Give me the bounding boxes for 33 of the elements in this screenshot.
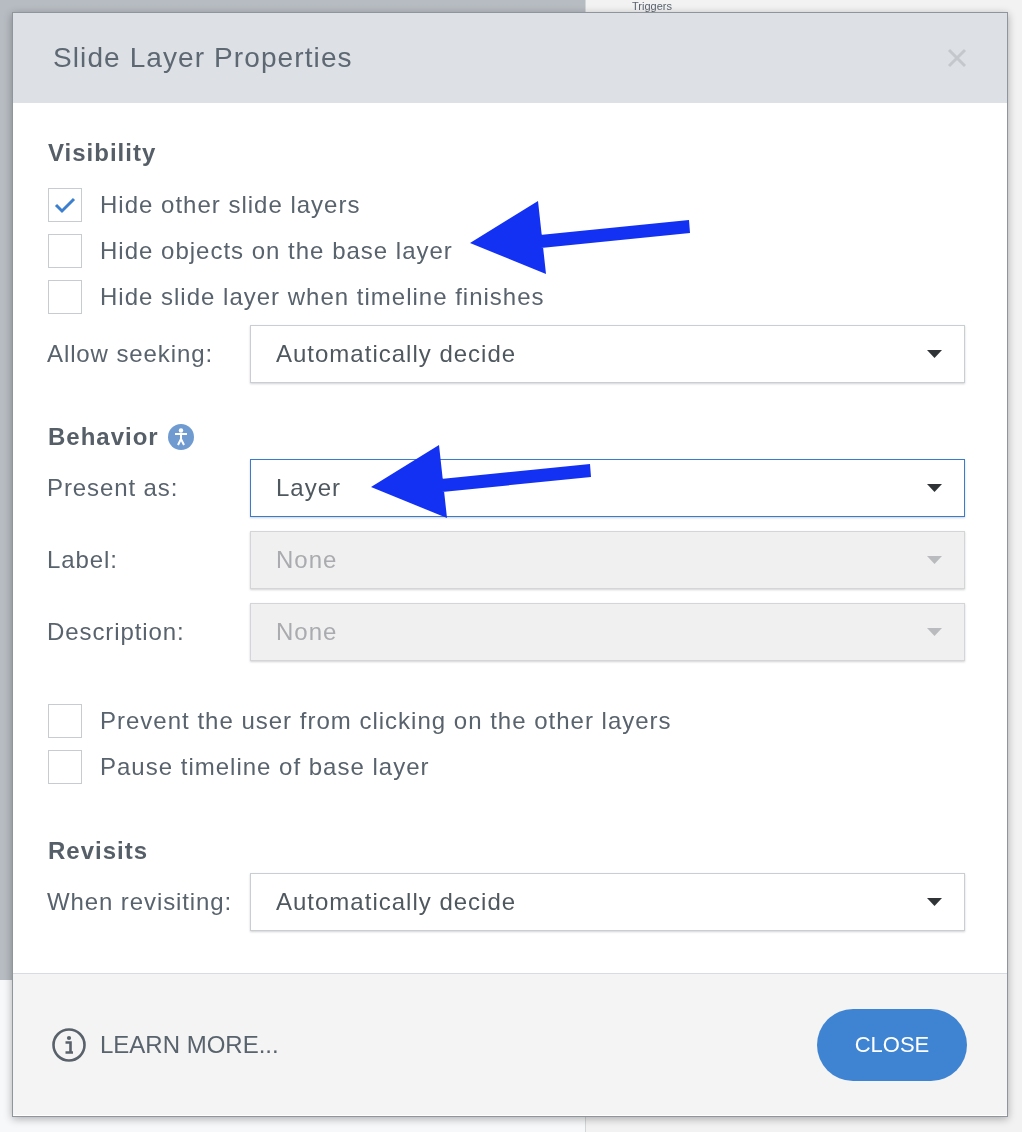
- info-icon[interactable]: [52, 1027, 86, 1062]
- close-icon[interactable]: [947, 48, 967, 68]
- dropdown[interactable]: Automatically decide: [250, 325, 965, 383]
- caret-icon: [927, 484, 942, 492]
- field-label: Allow seeking:: [47, 340, 214, 368]
- section-heading: Revisits: [48, 837, 149, 865]
- checkbox[interactable]: [48, 280, 82, 314]
- dropdown[interactable]: Automatically decide: [250, 873, 965, 931]
- field-label: Description:: [47, 618, 186, 646]
- panel-title: Triggers: [631, 0, 672, 12]
- checkbox[interactable]: [48, 750, 82, 784]
- checkmark-icon: [54, 196, 76, 214]
- caret-icon: [927, 628, 942, 636]
- checkbox-label[interactable]: Hide other slide layers: [100, 191, 361, 219]
- section-heading: Behavior: [48, 423, 159, 451]
- checkbox-label[interactable]: Hide objects on the base layer: [100, 237, 453, 265]
- checkbox-label[interactable]: Pause timeline of base layer: [100, 753, 430, 781]
- checkbox[interactable]: [48, 188, 82, 222]
- field-label: Label:: [47, 546, 119, 574]
- checkbox-label[interactable]: Prevent the user from clicking on the other layers: [100, 707, 672, 735]
- close-button[interactable]: CLOSE: [817, 1008, 967, 1081]
- dialog-title: Slide Layer Properties: [53, 42, 353, 74]
- caret-icon: [927, 556, 942, 564]
- caret-icon: [927, 350, 942, 358]
- section-heading: Visibility: [48, 139, 157, 167]
- checkbox-label[interactable]: Hide slide layer when timeline finishes: [100, 283, 545, 311]
- checkbox[interactable]: [48, 234, 82, 268]
- caret-icon: [927, 898, 942, 906]
- checkbox[interactable]: [48, 704, 82, 738]
- learn-more-link[interactable]: LEARN MORE...: [100, 1030, 279, 1059]
- field-label: When revisiting:: [47, 888, 234, 916]
- accessibility-icon[interactable]: [167, 424, 194, 450]
- field-label: Present as:: [47, 474, 180, 502]
